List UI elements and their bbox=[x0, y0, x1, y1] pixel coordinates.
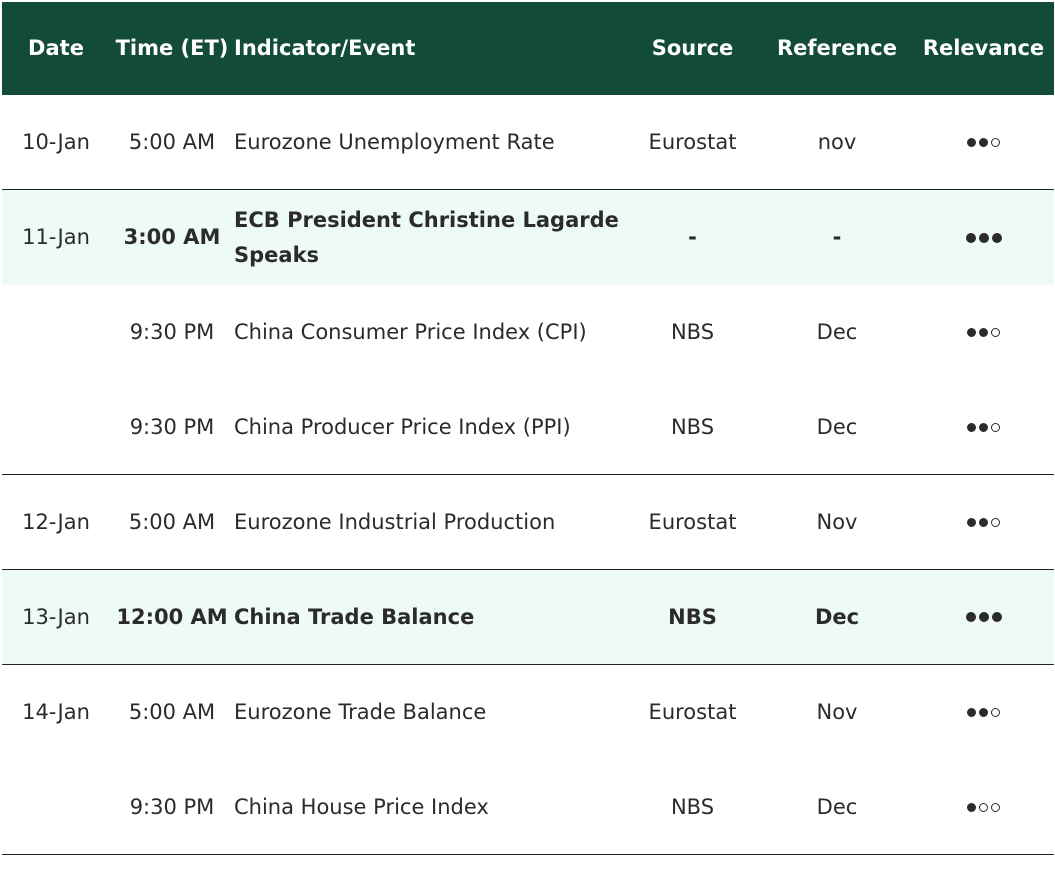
row-date: 12-Jan bbox=[22, 509, 90, 534]
relevance-dot-filled bbox=[967, 328, 976, 337]
row-date: 11-Jan bbox=[22, 225, 90, 249]
relevance-dots bbox=[967, 137, 1000, 147]
table-row: 14-Jan 5:00 AM Eurozone Trade Balance Eu… bbox=[2, 665, 1054, 760]
row-event: Eurozone Industrial Production bbox=[234, 509, 556, 534]
header-reference: Reference bbox=[776, 36, 898, 60]
header-source: Source bbox=[651, 36, 734, 60]
row-reference: nov bbox=[817, 129, 857, 154]
relevance-dot-filled bbox=[967, 802, 976, 812]
row-source: NBS bbox=[668, 604, 717, 629]
header-relevance: Relevance bbox=[922, 36, 1045, 60]
table-row: 9:30 PM China Producer Price Index (PPI)… bbox=[2, 380, 1054, 475]
relevance-dots bbox=[967, 328, 1000, 337]
relevance-dot-filled bbox=[967, 422, 976, 432]
row-time: 3:00 AM bbox=[123, 225, 221, 249]
row-relevance bbox=[913, 665, 1054, 760]
row-source: Eurostat bbox=[648, 509, 737, 534]
row-reference: Nov bbox=[816, 700, 858, 724]
table-row: 9:30 PM China House Price Index NBS Dec bbox=[2, 760, 1054, 855]
relevance-dots bbox=[965, 232, 1002, 243]
row-source: NBS bbox=[670, 320, 715, 344]
relevance-dots bbox=[965, 612, 1002, 622]
row-event: Eurozone Trade Balance bbox=[234, 700, 487, 724]
relevance-dots bbox=[967, 422, 1000, 432]
relevance-dot-filled bbox=[991, 232, 1002, 243]
row-source: NBS bbox=[670, 794, 715, 819]
relevance-dot-filled bbox=[978, 232, 989, 243]
header-date: Date bbox=[28, 36, 84, 60]
relevance-dot-empty bbox=[991, 708, 1000, 717]
table-row: 10-Jan 5:00 AM Eurozone Unemployment Rat… bbox=[2, 95, 1054, 190]
row-time: 9:30 PM bbox=[129, 414, 215, 439]
table-row: 13-Jan 12:00 AM China Trade Balance NBS … bbox=[2, 570, 1054, 665]
relevance-dots bbox=[967, 802, 1000, 812]
table-row: 11-Jan 3:00 AM ECB President Christine L… bbox=[2, 190, 1054, 285]
table-header: Date Time (ET) Indicator/Event Source Re… bbox=[2, 2, 1054, 95]
row-relevance bbox=[913, 475, 1054, 569]
relevance-dot-filled bbox=[965, 612, 976, 622]
row-reference: Dec bbox=[816, 320, 858, 344]
row-reference: - bbox=[832, 225, 842, 249]
relevance-dot-filled bbox=[967, 708, 976, 717]
relevance-dot-filled bbox=[979, 517, 988, 527]
row-time: 9:30 PM bbox=[129, 320, 215, 344]
row-date: 10-Jan bbox=[22, 129, 90, 154]
relevance-dot-empty bbox=[991, 517, 1000, 527]
relevance-dot-empty bbox=[991, 137, 1000, 147]
row-relevance bbox=[913, 285, 1054, 380]
header-event: Indicator/Event bbox=[234, 36, 416, 60]
row-source: NBS bbox=[670, 414, 715, 439]
row-reference: Dec bbox=[816, 794, 858, 819]
row-time: 5:00 AM bbox=[128, 129, 216, 154]
table-row: 9:30 PM China Consumer Price Index (CPI)… bbox=[2, 285, 1054, 380]
row-event: ECB President Christine Lagarde Speaks bbox=[234, 207, 619, 267]
table-row: 12-Jan 5:00 AM Eurozone Industrial Produ… bbox=[2, 475, 1054, 570]
row-date bbox=[2, 285, 110, 380]
row-relevance bbox=[913, 190, 1054, 285]
row-time: 5:00 AM bbox=[128, 700, 216, 724]
row-time: 12:00 AM bbox=[116, 604, 228, 629]
header-time: Time (ET) bbox=[115, 36, 229, 60]
relevance-dot-filled bbox=[979, 708, 988, 717]
economic-calendar-table: Date Time (ET) Indicator/Event Source Re… bbox=[2, 2, 1054, 855]
relevance-dot-filled bbox=[967, 517, 976, 527]
relevance-dot-filled bbox=[967, 137, 976, 147]
relevance-dot-empty bbox=[979, 802, 988, 812]
relevance-dot-filled bbox=[979, 328, 988, 337]
row-relevance bbox=[913, 380, 1054, 474]
row-time: 5:00 AM bbox=[128, 509, 216, 534]
row-source: - bbox=[688, 225, 697, 249]
row-source: Eurostat bbox=[648, 129, 737, 154]
row-relevance bbox=[913, 760, 1054, 854]
row-date: 14-Jan bbox=[22, 700, 90, 724]
relevance-dot-empty bbox=[991, 422, 1000, 432]
row-date: 13-Jan bbox=[22, 604, 90, 629]
relevance-dot-empty bbox=[991, 802, 1000, 812]
row-event: China House Price Index bbox=[234, 794, 489, 819]
row-event: China Consumer Price Index (CPI) bbox=[234, 320, 587, 344]
relevance-dots bbox=[967, 708, 1000, 717]
relevance-dot-filled bbox=[965, 232, 976, 243]
row-event: China Trade Balance bbox=[234, 604, 475, 629]
row-event: China Producer Price Index (PPI) bbox=[234, 414, 571, 439]
row-reference: Dec bbox=[814, 604, 860, 629]
row-event: Eurozone Unemployment Rate bbox=[234, 129, 555, 154]
row-time: 9:30 PM bbox=[129, 794, 215, 819]
relevance-dot-filled bbox=[979, 422, 988, 432]
row-relevance bbox=[913, 570, 1054, 664]
relevance-dot-filled bbox=[978, 612, 989, 622]
relevance-dot-filled bbox=[991, 612, 1002, 622]
row-date bbox=[2, 380, 110, 474]
relevance-dots bbox=[967, 517, 1000, 527]
relevance-dot-empty bbox=[991, 328, 1000, 337]
relevance-dot-filled bbox=[979, 137, 988, 147]
row-reference: Nov bbox=[816, 509, 858, 534]
row-date bbox=[2, 760, 110, 854]
row-reference: Dec bbox=[816, 414, 858, 439]
row-relevance bbox=[913, 95, 1054, 189]
row-source: Eurostat bbox=[648, 700, 737, 724]
